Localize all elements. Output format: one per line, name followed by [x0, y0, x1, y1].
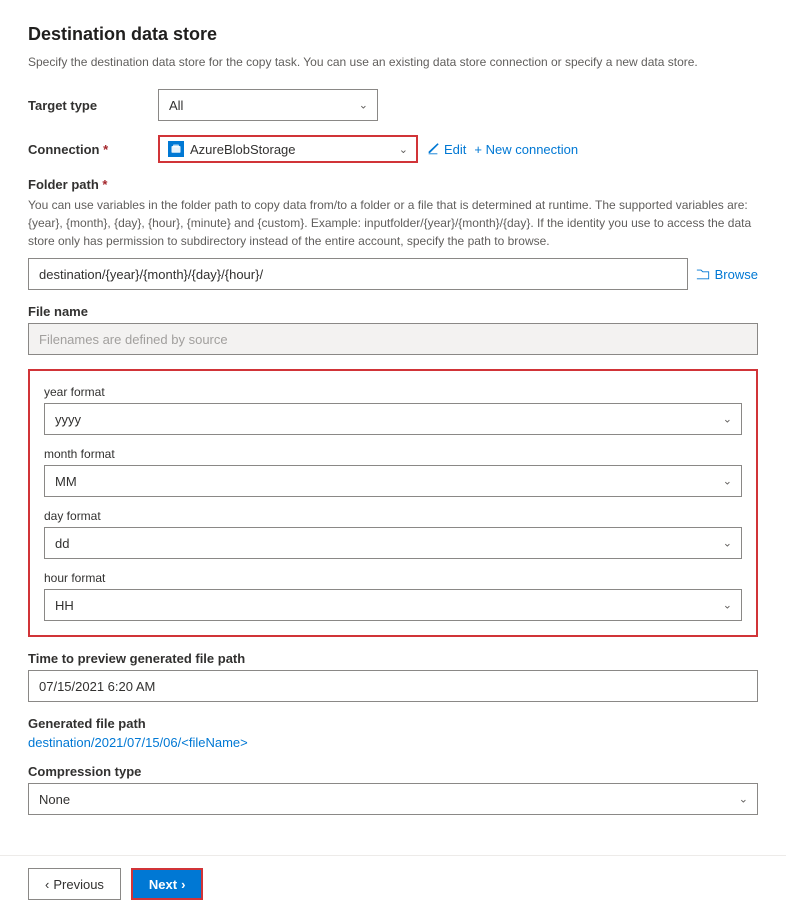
- folder-path-label: Folder path *: [28, 177, 758, 192]
- year-format-select-wrapper: yyyy yy YYYY ⌄: [44, 403, 742, 435]
- generated-path-section: Generated file path destination/2021/07/…: [28, 716, 758, 750]
- year-format-select[interactable]: yyyy yy YYYY: [44, 403, 742, 435]
- hour-format-row: hour format HH H hh ⌄: [44, 571, 742, 621]
- folder-icon: [696, 267, 710, 281]
- browse-button[interactable]: Browse: [696, 267, 758, 282]
- generated-path-value: destination/2021/07/15/06/<fileName>: [28, 735, 758, 750]
- year-format-label: year format: [44, 385, 742, 399]
- time-preview-input[interactable]: [28, 670, 758, 702]
- file-name-section: File name: [28, 304, 758, 355]
- target-type-select[interactable]: All Azure AWS Google Generic: [158, 89, 378, 121]
- edit-connection-button[interactable]: Edit: [426, 142, 466, 157]
- footer: ‹ Previous Next ›: [0, 855, 786, 912]
- day-format-row: day format dd d DD ⌄: [44, 509, 742, 559]
- compression-section: Compression type None GZip Deflate BZip2…: [28, 764, 758, 815]
- month-format-select[interactable]: MM M mm: [44, 465, 742, 497]
- prev-chevron-icon: ‹: [45, 877, 49, 892]
- hour-format-select[interactable]: HH H hh: [44, 589, 742, 621]
- format-section: year format yyyy yy YYYY ⌄ month format …: [28, 369, 758, 637]
- folder-path-section: Folder path * You can use variables in t…: [28, 177, 758, 290]
- hour-format-select-wrapper: HH H hh ⌄: [44, 589, 742, 621]
- target-type-select-wrapper: All Azure AWS Google Generic ⌄: [158, 89, 378, 121]
- compression-type-select[interactable]: None GZip Deflate BZip2 ZipDeflate Snapp…: [28, 783, 758, 815]
- time-preview-section: Time to preview generated file path: [28, 651, 758, 702]
- generated-path-label: Generated file path: [28, 716, 758, 731]
- page-description: Specify the destination data store for t…: [28, 53, 758, 71]
- folder-path-input[interactable]: [28, 258, 688, 290]
- page-title: Destination data store: [28, 24, 758, 45]
- month-format-label: month format: [44, 447, 742, 461]
- connection-value: AzureBlobStorage: [190, 142, 389, 157]
- edit-icon: [426, 142, 440, 156]
- file-name-input[interactable]: [28, 323, 758, 355]
- file-name-label: File name: [28, 304, 758, 319]
- connection-chevron-icon: ⌄: [399, 143, 408, 156]
- year-format-row: year format yyyy yy YYYY ⌄: [44, 385, 742, 435]
- day-format-select-wrapper: dd d DD ⌄: [44, 527, 742, 559]
- target-type-control: All Azure AWS Google Generic ⌄: [158, 89, 758, 121]
- connection-select-box[interactable]: AzureBlobStorage ⌄: [158, 135, 418, 163]
- month-format-select-wrapper: MM M mm ⌄: [44, 465, 742, 497]
- next-button[interactable]: Next ›: [131, 868, 204, 900]
- folder-path-input-row: Browse: [28, 258, 758, 290]
- new-connection-button[interactable]: + New connection: [474, 142, 578, 157]
- folder-path-description: You can use variables in the folder path…: [28, 196, 758, 250]
- compression-type-label: Compression type: [28, 764, 758, 779]
- connection-control: AzureBlobStorage ⌄ Edit + New connection: [158, 135, 758, 163]
- target-type-label: Target type: [28, 98, 158, 113]
- previous-button[interactable]: ‹ Previous: [28, 868, 121, 900]
- day-format-select[interactable]: dd d DD: [44, 527, 742, 559]
- connection-row: Connection * AzureBlobStorage ⌄: [28, 135, 758, 163]
- compression-select-wrapper: None GZip Deflate BZip2 ZipDeflate Snapp…: [28, 783, 758, 815]
- target-type-row: Target type All Azure AWS Google Generic…: [28, 89, 758, 121]
- month-format-row: month format MM M mm ⌄: [44, 447, 742, 497]
- connection-label: Connection *: [28, 142, 158, 157]
- azure-blob-icon: [168, 141, 184, 157]
- hour-format-label: hour format: [44, 571, 742, 585]
- next-chevron-icon: ›: [181, 877, 185, 892]
- day-format-label: day format: [44, 509, 742, 523]
- time-preview-label: Time to preview generated file path: [28, 651, 758, 666]
